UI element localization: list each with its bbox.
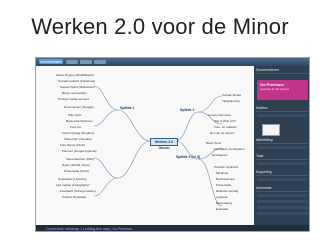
- premium-banner[interactable]: Go Premium upgrade to full access: [257, 80, 308, 100]
- leaf-node[interactable]: Basis Tools: [206, 141, 221, 146]
- leaf-node[interactable]: Green Pepper (MindMeister): [56, 73, 94, 78]
- leaf-node[interactable]: Product Realisatie: [62, 195, 86, 200]
- toolbar: mindmeister: [36, 58, 309, 66]
- info-row: [257, 194, 308, 197]
- leaf-node[interactable]: Foto Dienst (Flickr): [60, 143, 85, 148]
- leaf-node[interactable]: Fora rss: [70, 125, 81, 130]
- leaf-node[interactable]: Presentatie: [216, 183, 231, 188]
- premium-title: Go Premium: [260, 82, 284, 87]
- leaf-node[interactable]: Delen (Scribd, Issuu): [62, 163, 90, 168]
- notes-field[interactable]: [257, 114, 308, 117]
- link-row: [257, 178, 308, 181]
- panel-section-task[interactable]: Taak: [256, 154, 309, 160]
- leaf-node[interactable]: Netwerken (LinkedIn): [58, 177, 87, 182]
- leaf-node[interactable]: Rol van de docent: [210, 131, 234, 136]
- image-thumbnail[interactable]: [262, 124, 280, 136]
- leaf-node[interactable]: Plannen (Google Agenda): [62, 149, 97, 154]
- premium-subtitle: upgrade to full access: [260, 87, 290, 91]
- leaf-node[interactable]: Eindrapport: [212, 153, 228, 158]
- leaf-node[interactable]: Product media services: [58, 97, 89, 102]
- leaf-node[interactable]: Reflectie verslag: [216, 189, 238, 194]
- side-panel: Documenteren Go Premium upgrade to full …: [254, 66, 309, 225]
- panel-section-notes[interactable]: Notities: [256, 106, 309, 112]
- info-row: [257, 206, 308, 209]
- panel-section-info[interactable]: Informatie: [256, 186, 309, 192]
- leaf-node[interactable]: Blogs voorbeelden: [62, 91, 87, 96]
- toolbar-button[interactable]: [94, 60, 106, 64]
- leaf-node[interactable]: Presentatie (Prezi): [64, 169, 89, 174]
- app-screenshot: mindmeister Werken 2.0 Gonen Spiltek 1 S…: [35, 57, 310, 232]
- leaf-node[interactable]: Tijdsplanning: [222, 99, 240, 104]
- brand-logo: mindmeister: [39, 59, 63, 64]
- leaf-node[interactable]: Feedback (Surveymonkey): [60, 189, 96, 194]
- leaf-node[interactable]: Voor- en nadelen: [214, 125, 237, 130]
- status-text: Connected: mindmap 1 | editing this map …: [46, 226, 133, 231]
- info-row: [257, 200, 308, 203]
- branch-node[interactable]: Spiltek 1: [120, 106, 134, 110]
- leaf-node[interactable]: Portfolio Opdracht: [214, 165, 238, 170]
- leaf-node[interactable]: Documenten (Google): [64, 105, 94, 110]
- leaf-node[interactable]: Evaluatie: [216, 207, 228, 212]
- branch-node[interactable]: Spiltek 2: [180, 108, 194, 112]
- slide-title: Werken 2.0 voor de Minor: [31, 14, 289, 39]
- leaf-node[interactable]: Cloud Opslag (Dropbox): [62, 131, 94, 136]
- leaf-node[interactable]: Sociaal netwerk (Facebook): [58, 79, 95, 84]
- leaf-node[interactable]: Sociale Media: [222, 93, 241, 98]
- leaf-node[interactable]: Nieuws Tekst (Slideshare): [60, 85, 95, 90]
- leaf-node[interactable]: Bookmark Delicious: [66, 119, 93, 124]
- leaf-node[interactable]: Feedback voorbeelden: [214, 147, 245, 152]
- leaf-node[interactable]: Groeps discussie: [208, 113, 231, 118]
- leaf-node[interactable]: Samenwerken (Wiki): [66, 157, 94, 162]
- mindmap-canvas[interactable]: Werken 2.0 Gonen Spiltek 1 Spiltek 2 Spi…: [36, 66, 254, 225]
- panel-section-link[interactable]: Koppeling: [256, 170, 309, 176]
- toolbar-button[interactable]: [66, 60, 78, 64]
- leaf-node[interactable]: Bookmark lijst: [216, 177, 235, 182]
- info-row: [257, 212, 308, 215]
- toolbar-button[interactable]: [80, 60, 92, 64]
- leaf-node[interactable]: Mindmap: [216, 171, 228, 176]
- status-bar: Connected: mindmap 1 | editing this map …: [36, 225, 309, 231]
- central-node[interactable]: Werken 2.0 Gonen: [150, 138, 178, 150]
- task-row: [257, 162, 308, 165]
- leaf-node[interactable]: Lijst maken (Listography): [56, 183, 90, 188]
- leaf-node[interactable]: Wiki Tools: [68, 113, 81, 118]
- leaf-node[interactable]: Logboek: [216, 195, 228, 200]
- leaf-node[interactable]: Beoordeling: [216, 201, 232, 206]
- branch-node[interactable]: Spiltek 2 (nr 5): [176, 155, 200, 159]
- image-row: [257, 146, 308, 149]
- panel-section-image[interactable]: Afbeelding: [256, 138, 309, 144]
- panel-header: Documenteren: [256, 68, 309, 74]
- leaf-node[interactable]: Wat is Web 2.0?: [214, 119, 236, 124]
- leaf-node[interactable]: Video Film (Youtube): [64, 137, 92, 142]
